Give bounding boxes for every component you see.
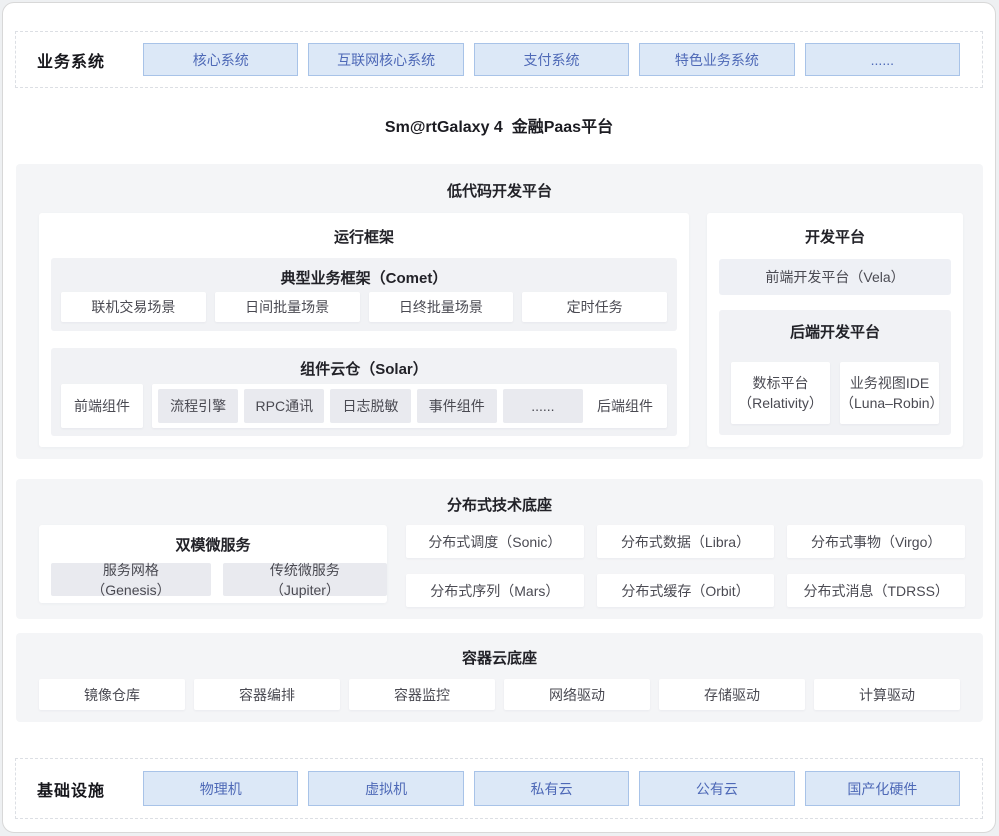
business-systems-label: 业务系统 [37, 48, 133, 72]
distributed-transaction-virgo: 分布式事物（Virgo） [787, 525, 965, 558]
comet-framework-title: 典型业务框架（Comet） [51, 258, 677, 288]
architecture-diagram-page: 业务系统 核心系统 互联网核心系统 支付系统 特色业务系统 ...... Sm@… [2, 2, 996, 833]
distributed-cache-orbit: 分布式缓存（Orbit） [597, 574, 775, 607]
distributed-scheduling-sonic: 分布式调度（Sonic） [406, 525, 584, 558]
distributed-grid-row-1: 分布式调度（Sonic） 分布式数据（Libra） 分布式事物（Virgo） [406, 525, 965, 558]
backend-dev-platform-title: 后端开发平台 [719, 310, 951, 342]
solar-chip-rpc: RPC通讯 [244, 389, 324, 423]
solar-component-box: 组件云仓（Solar） 前端组件 流程引擎 RPC通讯 日志脱敏 事件组件 ..… [51, 348, 677, 436]
solar-frontend-components: 前端组件 [61, 384, 143, 428]
traditional-microservice-jupiter: 传统微服务（Jupiter） [223, 563, 387, 596]
business-system-more: ...... [805, 43, 960, 76]
low-code-platform-title: 低代码开发平台 [16, 164, 983, 201]
comet-items-row: 联机交易场景 日间批量场景 日终批量场景 定时任务 [61, 292, 667, 322]
infra-public-cloud: 公有云 [639, 771, 794, 806]
container-cloud-items-row: 镜像仓库 容器编排 容器监控 网络驱动 存储驱动 计算驱动 [39, 679, 960, 710]
infrastructure-label: 基础设施 [37, 777, 133, 801]
dual-mode-microservice-panel: 双模微服务 服务网格（Genesis） 传统微服务（Jupiter） [39, 525, 387, 603]
distributed-tech-base-section: 分布式技术底座 双模微服务 服务网格（Genesis） 传统微服务（Jupite… [16, 479, 983, 619]
distributed-tech-base-title: 分布式技术底座 [16, 479, 983, 515]
backend-dev-platform-box: 后端开发平台 数标平台 （Relativity） 业务视图IDE （Luna–R… [719, 310, 951, 435]
solar-chip-strip: 流程引擎 RPC通讯 日志脱敏 事件组件 ...... 后端组件 [152, 384, 667, 428]
container-cloud-base-title: 容器云底座 [16, 633, 983, 668]
dual-mode-microservice-title: 双模微服务 [39, 525, 387, 555]
business-system-core: 核心系统 [143, 43, 298, 76]
data-standard-platform-relativity: 数标平台 （Relativity） [731, 362, 830, 424]
solar-backend-components: 后端组件 [589, 396, 661, 416]
service-mesh-genesis: 服务网格（Genesis） [51, 563, 211, 596]
container-cloud-base-section: 容器云底座 镜像仓库 容器编排 容器监控 网络驱动 存储驱动 计算驱动 [16, 633, 983, 722]
dual-mode-items-row: 服务网格（Genesis） 传统微服务（Jupiter） [51, 563, 387, 596]
distributed-services-grid: 分布式调度（Sonic） 分布式数据（Libra） 分布式事物（Virgo） 分… [406, 525, 965, 607]
solar-chip-log-masking: 日志脱敏 [330, 389, 410, 423]
distributed-sequence-mars: 分布式序列（Mars） [406, 574, 584, 607]
container-monitoring: 容器监控 [349, 679, 495, 710]
dev-platform-title: 开发平台 [707, 213, 963, 247]
comet-framework-box: 典型业务框架（Comet） 联机交易场景 日间批量场景 日终批量场景 定时任务 [51, 258, 677, 331]
distributed-message-tdrss: 分布式消息（TDRSS） [787, 574, 965, 607]
comet-item-eod-batch: 日终批量场景 [369, 292, 514, 322]
infra-domestic-hardware: 国产化硬件 [805, 771, 960, 806]
solar-items-row: 前端组件 流程引擎 RPC通讯 日志脱敏 事件组件 ...... 后端组件 [61, 384, 667, 428]
business-system-special: 特色业务系统 [639, 43, 794, 76]
page-title: Sm@rtGalaxy 4 金融Paas平台 [3, 113, 995, 143]
infra-virtual-machine: 虚拟机 [308, 771, 463, 806]
infra-physical-machine: 物理机 [143, 771, 298, 806]
comet-item-intraday-batch: 日间批量场景 [215, 292, 360, 322]
backend-dev-items-row: 数标平台 （Relativity） 业务视图IDE （Luna–Robin） [731, 362, 939, 424]
network-driver: 网络驱动 [504, 679, 650, 710]
distributed-data-libra: 分布式数据（Libra） [597, 525, 775, 558]
solar-chip-event: 事件组件 [417, 389, 497, 423]
storage-driver: 存储驱动 [659, 679, 805, 710]
dev-platform-panel: 开发平台 前端开发平台（Vela） 后端开发平台 数标平台 （Relativit… [707, 213, 963, 447]
business-view-ide-line2: （Luna–Robin） [840, 393, 939, 413]
compute-driver: 计算驱动 [814, 679, 960, 710]
solar-chip-more: ...... [503, 389, 583, 423]
container-orchestration: 容器编排 [194, 679, 340, 710]
solar-chip-process-engine: 流程引擎 [158, 389, 238, 423]
frontend-dev-platform-vela: 前端开发平台（Vela） [719, 259, 951, 295]
infra-private-cloud: 私有云 [474, 771, 629, 806]
low-code-platform-section: 低代码开发平台 运行框架 典型业务框架（Comet） 联机交易场景 日间批量场景… [16, 164, 983, 459]
runtime-framework-panel: 运行框架 典型业务框架（Comet） 联机交易场景 日间批量场景 日终批量场景 … [39, 213, 689, 447]
image-registry: 镜像仓库 [39, 679, 185, 710]
runtime-framework-title: 运行框架 [39, 213, 689, 247]
comet-item-scheduled-task: 定时任务 [522, 292, 667, 322]
distributed-grid-row-2: 分布式序列（Mars） 分布式缓存（Orbit） 分布式消息（TDRSS） [406, 574, 965, 607]
business-view-ide-luna-robin: 业务视图IDE （Luna–Robin） [840, 362, 939, 424]
business-system-internet-core: 互联网核心系统 [308, 43, 463, 76]
business-system-payment: 支付系统 [474, 43, 629, 76]
data-standard-platform-line2: （Relativity） [738, 393, 823, 413]
solar-component-title: 组件云仓（Solar） [51, 348, 677, 379]
infrastructure-row: 基础设施 物理机 虚拟机 私有云 公有云 国产化硬件 [15, 758, 983, 819]
business-systems-row: 业务系统 核心系统 互联网核心系统 支付系统 特色业务系统 ...... [15, 31, 983, 88]
data-standard-platform-line1: 数标平台 [753, 373, 809, 393]
business-view-ide-line1: 业务视图IDE [850, 373, 929, 393]
business-systems-items: 核心系统 互联网核心系统 支付系统 特色业务系统 ...... [143, 43, 960, 76]
comet-item-online-trade: 联机交易场景 [61, 292, 206, 322]
infrastructure-items: 物理机 虚拟机 私有云 公有云 国产化硬件 [143, 771, 960, 806]
